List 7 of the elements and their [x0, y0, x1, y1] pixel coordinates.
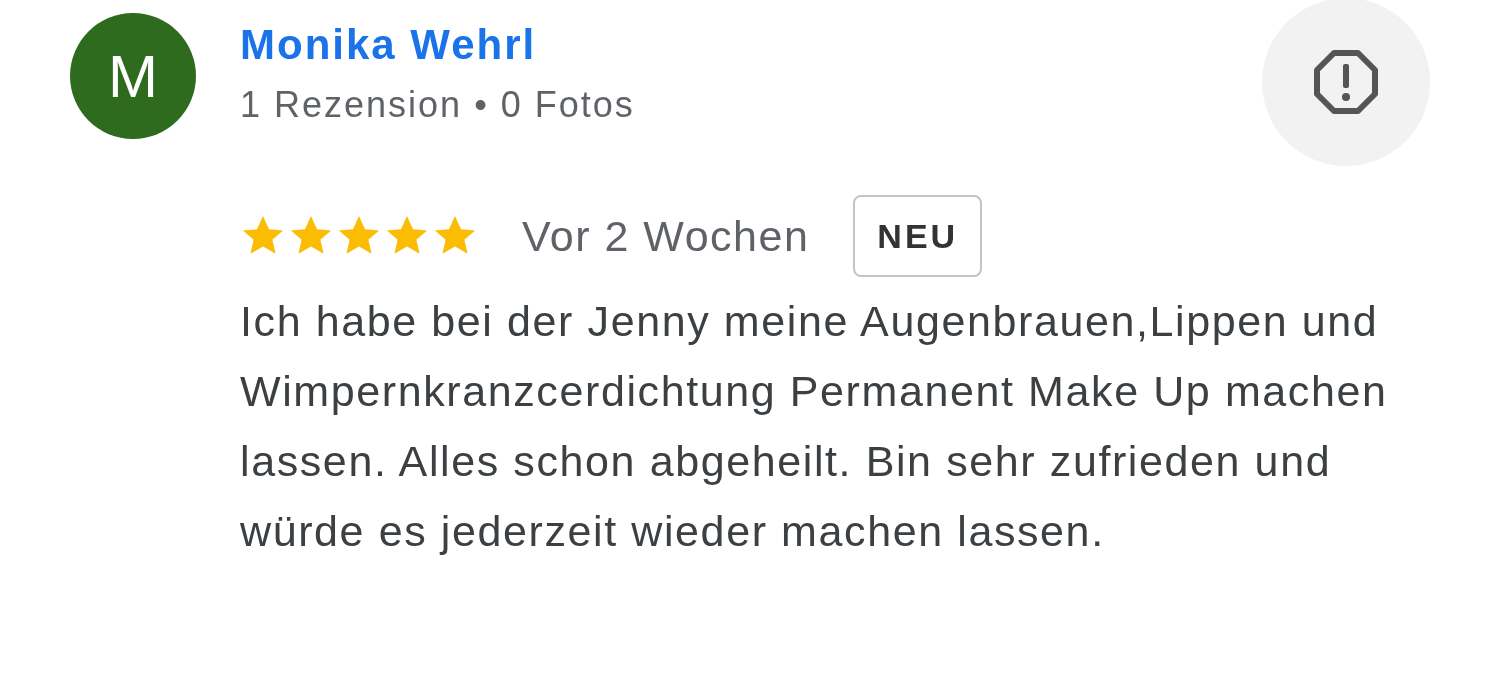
reviewer-name[interactable]: Monika Wehrl: [240, 21, 1262, 69]
review-date: Vor 2 Wochen: [522, 211, 810, 261]
new-badge: NEU: [853, 195, 983, 277]
avatar: M: [70, 13, 196, 139]
warning-icon: [1313, 49, 1379, 115]
review-text: Ich habe bei der Jenny meine Augenbrauen,Lippen und Wimpernkranzcerdichtung Permanent Make Up machen lassen. Alles schon abgeheilt. Bin sehr zufrieden und würde es jederzeit wieder machen lassen.: [240, 296, 1389, 557]
reviewer-stats: 1 Rezension • 0 Fotos: [240, 85, 636, 125]
